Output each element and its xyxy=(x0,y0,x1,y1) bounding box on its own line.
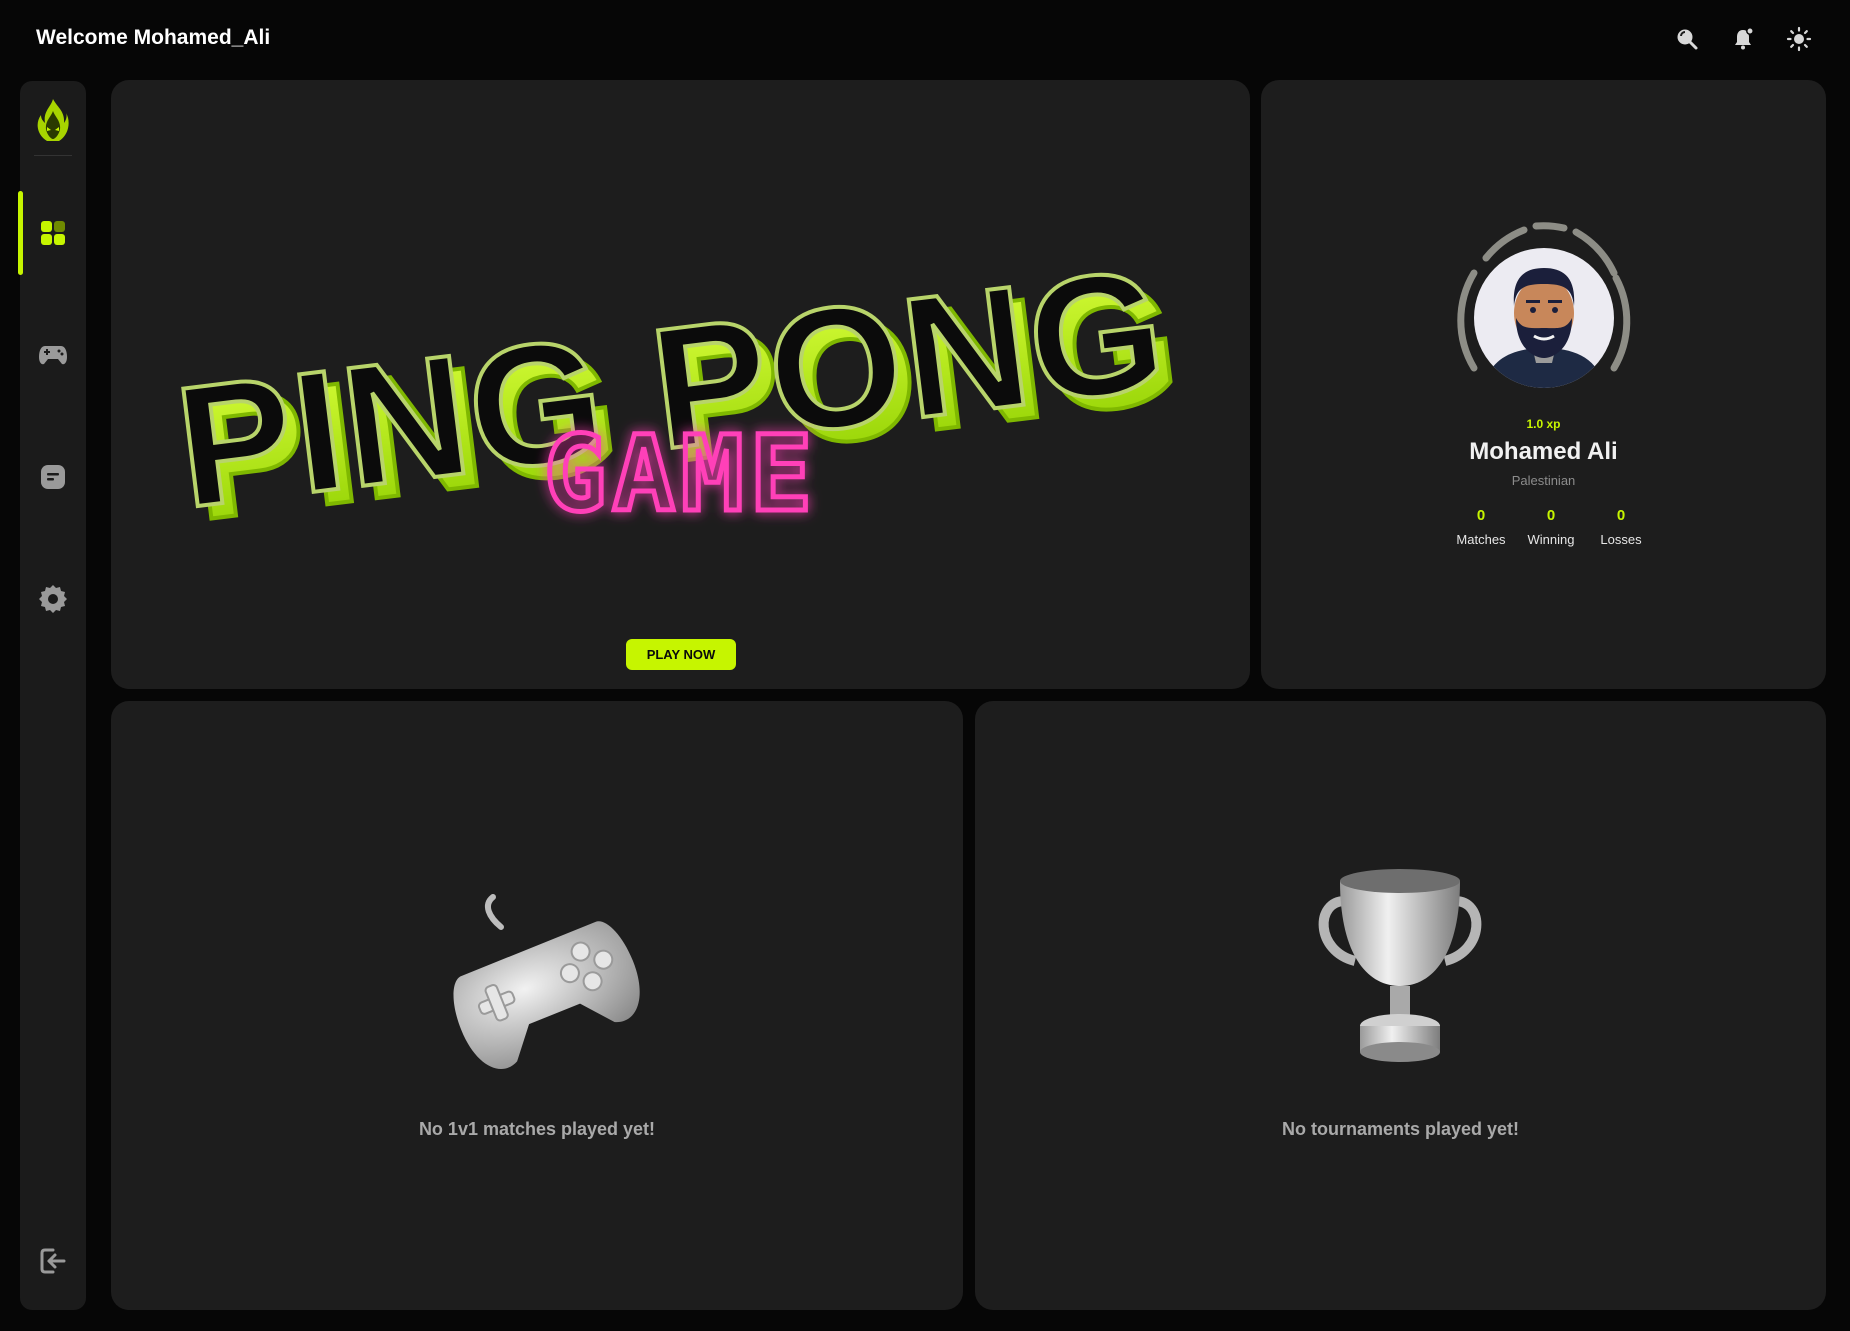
avatar[interactable] xyxy=(1444,218,1644,418)
gear-icon xyxy=(38,584,68,619)
theme-toggle-sun-icon[interactable] xyxy=(1786,26,1812,52)
tournaments-card: No tournaments played yet! xyxy=(975,701,1826,1310)
profile-name: Mohamed Ali xyxy=(1469,438,1618,465)
stat-label: Losses xyxy=(1600,532,1642,547)
grid-icon xyxy=(39,219,67,252)
stat-value: 0 xyxy=(1546,507,1556,524)
stat-label: Winning xyxy=(1527,532,1575,547)
sidebar-item-game[interactable] xyxy=(20,327,86,387)
notification-bell-icon[interactable] xyxy=(1730,26,1756,52)
logout-icon xyxy=(39,1247,67,1280)
sidebar-item-settings[interactable] xyxy=(20,571,86,631)
chat-icon xyxy=(39,463,67,496)
no-tournaments-message: No tournaments played yet! xyxy=(1281,1119,1520,1139)
sidebar-divider xyxy=(34,155,72,156)
profile-card: 1.0 xp Mohamed Ali Palestinian 0 Matches… xyxy=(1261,80,1826,689)
hero-card: PING PONG PING PONG GAME PLAY NOW xyxy=(111,80,1250,689)
no-matches-message: No 1v1 matches played yet! xyxy=(418,1119,656,1139)
profile-stats: 0 Matches 0 Winning 0 Losses xyxy=(1446,507,1656,547)
matches-card: No 1v1 matches played yet! xyxy=(111,701,963,1310)
stat-winning: 0 Winning xyxy=(1516,507,1586,547)
sidebar-item-dashboard[interactable] xyxy=(20,205,86,265)
stat-label: Matches xyxy=(1456,532,1506,547)
stat-value: 0 xyxy=(1616,507,1626,524)
gamepad-illustration-icon xyxy=(431,887,651,1082)
trophy-illustration-icon xyxy=(1305,861,1495,1086)
stat-matches: 0 Matches xyxy=(1446,507,1516,547)
ping-pong-game-logo: PING PONG PING PONG GAME xyxy=(165,231,1191,559)
title-line-2: GAME xyxy=(544,413,818,535)
top-icons xyxy=(1674,26,1812,52)
top-bar: Welcome Mohamed_Ali xyxy=(0,0,1850,80)
logout-button[interactable] xyxy=(20,1233,86,1293)
xp-label: 1.0 xp xyxy=(1526,417,1561,431)
flame-logo[interactable] xyxy=(33,97,73,145)
sidebar-item-chat[interactable] xyxy=(20,449,86,509)
stat-losses: 0 Losses xyxy=(1586,507,1656,547)
stat-value: 0 xyxy=(1476,507,1486,524)
welcome-text: Welcome Mohamed_Ali xyxy=(36,26,271,49)
play-now-button[interactable]: PLAY NOW xyxy=(626,639,736,670)
profile-nationality: Palestinian xyxy=(1511,473,1576,488)
sidebar xyxy=(18,81,86,1310)
search-icon[interactable] xyxy=(1674,26,1700,52)
gamepad-icon xyxy=(38,343,68,372)
